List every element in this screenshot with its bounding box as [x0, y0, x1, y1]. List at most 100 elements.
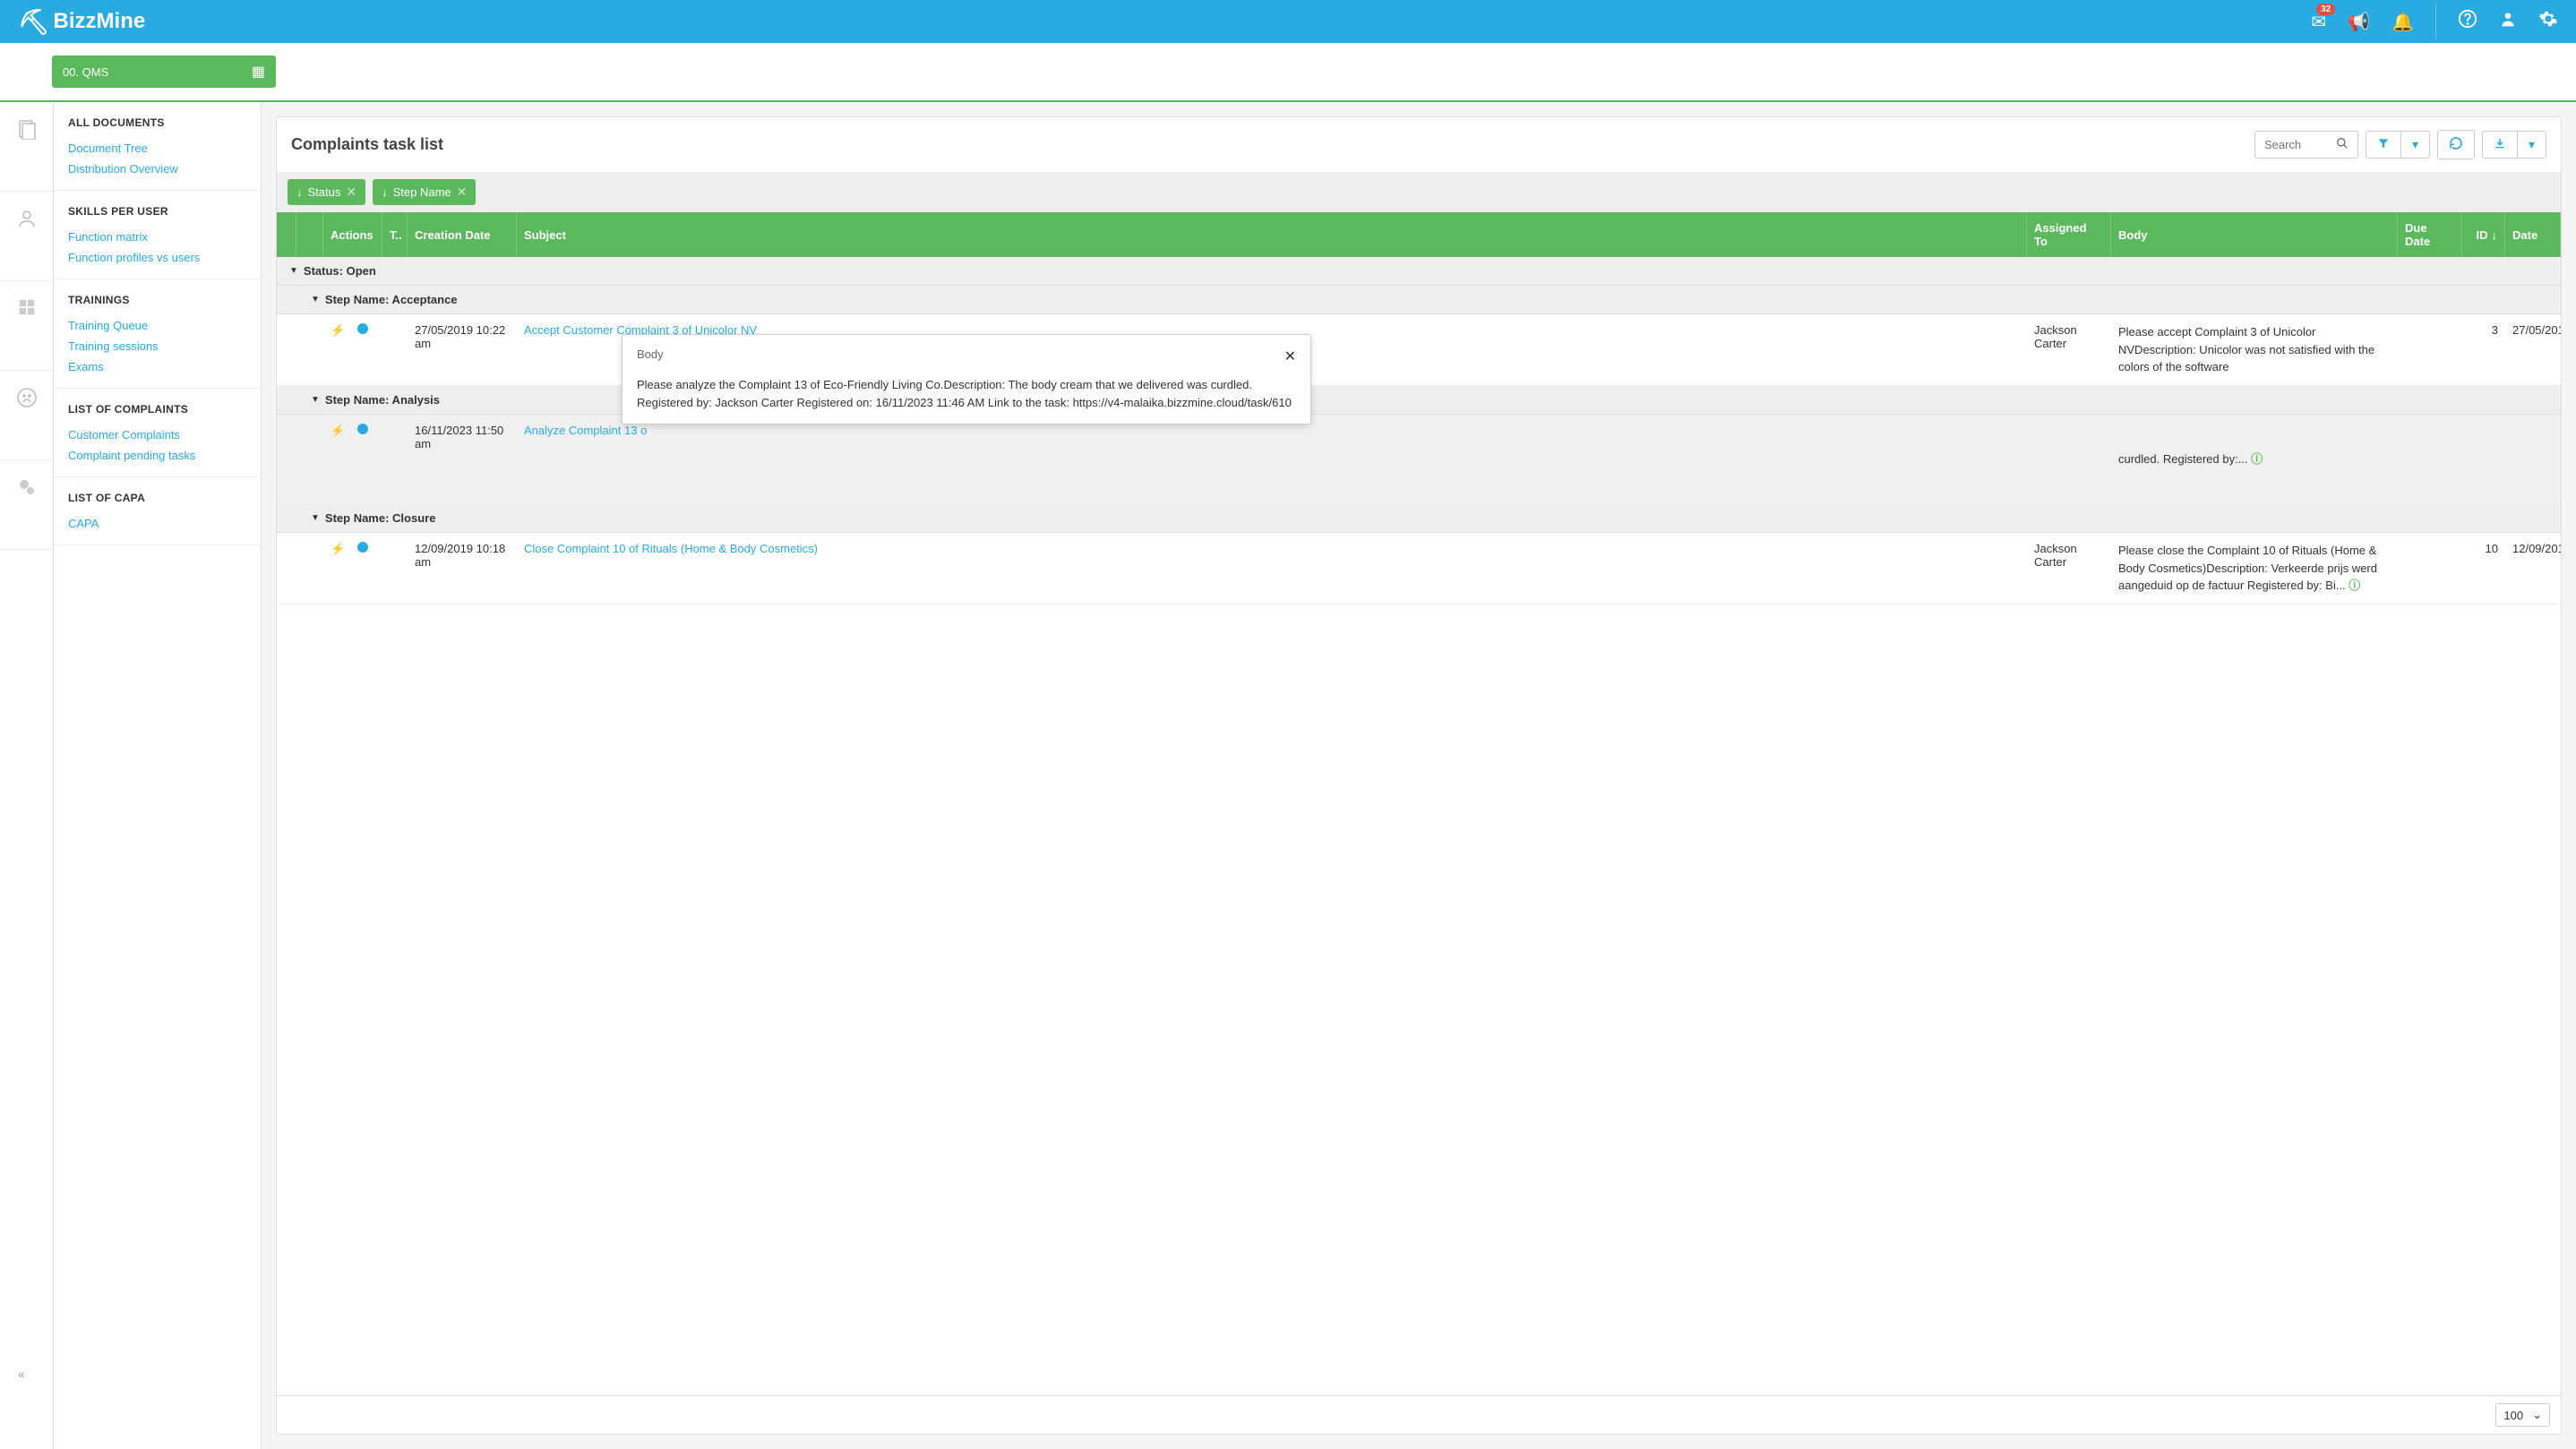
group-status-row[interactable]: ▼ Status: Open: [277, 257, 2561, 286]
grid-rail-icon[interactable]: [0, 281, 53, 371]
cell-date: 16/11/2023 11:50 am: [408, 424, 517, 450]
chip-close-icon[interactable]: ✕: [346, 184, 356, 200]
user-rail-icon[interactable]: [0, 192, 53, 281]
chip-label: Step Name: [393, 185, 451, 199]
col-expand: [277, 212, 296, 257]
page-size-value: 100: [2503, 1409, 2523, 1422]
pickaxe-icon: ⛏: [18, 7, 50, 37]
gears-rail-icon[interactable]: [0, 460, 53, 550]
col-body[interactable]: Body: [2111, 212, 2398, 257]
group-label: Step Name: Analysis: [325, 393, 440, 407]
col-type[interactable]: T..: [382, 212, 408, 257]
brand-logo: ⛏ BizzMine: [18, 7, 145, 37]
nav-link-document-tree[interactable]: Document Tree: [68, 138, 246, 159]
status-dot-icon: [357, 424, 368, 434]
filter-button[interactable]: [2366, 131, 2401, 159]
divider: [2435, 4, 2436, 39]
col-id[interactable]: ID ↓: [2462, 212, 2505, 257]
grid-icon: ▦: [252, 63, 265, 81]
nav-heading: LIST OF COMPLAINTS: [68, 403, 246, 416]
bolt-icon[interactable]: ⚡: [323, 542, 350, 556]
cell-body: curdled. Registered by:... ⓘ: [2111, 424, 2398, 468]
nav-link-function-matrix[interactable]: Function matrix: [68, 227, 246, 247]
refresh-button[interactable]: [2437, 130, 2475, 159]
workspace-badge[interactable]: 00. QMS ▦: [52, 56, 276, 88]
sad-rail-icon[interactable]: [0, 371, 53, 460]
collapse-icon: ▼: [311, 513, 320, 523]
group-step-row[interactable]: ▼ Step Name: Acceptance: [277, 286, 2561, 314]
collapse-icon: ▼: [311, 295, 320, 304]
collapse-icon: ▼: [311, 395, 320, 405]
subject-link[interactable]: Close Complaint 10 of Rituals (Home & Bo…: [517, 542, 2027, 555]
group-label: Status: Open: [304, 264, 376, 278]
subject-link[interactable]: Analyze Complaint 13 o: [517, 424, 2027, 437]
mail-icon[interactable]: ✉32: [2311, 11, 2326, 33]
main-area: Complaints task list ▾: [262, 102, 2576, 1449]
cell-enddate: 27/05/201: [2505, 323, 2561, 337]
cell-date: 27/05/2019 10:22 am: [408, 323, 517, 350]
chip-step-name[interactable]: ↓ Step Name ✕: [373, 179, 476, 205]
user-icon[interactable]: [2499, 10, 2517, 33]
mail-badge: 32: [2316, 4, 2335, 15]
search-button[interactable]: [2327, 132, 2357, 158]
tooltip-title: Body: [637, 347, 664, 365]
bolt-icon[interactable]: ⚡: [323, 323, 350, 338]
nav-link-distribution-overview[interactable]: Distribution Overview: [68, 159, 246, 179]
sort-down-icon: ↓: [382, 185, 388, 199]
filter-dropdown-button[interactable]: ▾: [2401, 131, 2430, 159]
documents-rail-icon[interactable]: [0, 102, 53, 192]
chip-label: Status: [308, 185, 341, 199]
help-icon[interactable]: [2458, 9, 2477, 34]
bolt-icon[interactable]: ⚡: [323, 424, 350, 438]
nav-link-exams[interactable]: Exams: [68, 356, 246, 377]
export-button[interactable]: [2482, 131, 2518, 159]
bell-icon[interactable]: 🔔: [2391, 11, 2414, 33]
col-due[interactable]: Due Date: [2398, 212, 2462, 257]
info-icon[interactable]: ⓘ: [2348, 579, 2360, 592]
chip-status[interactable]: ↓ Status ✕: [288, 179, 365, 205]
nav-link-capa[interactable]: CAPA: [68, 513, 246, 534]
cell-date: 12/09/2019 10:18 am: [408, 542, 517, 569]
nav-link-training-sessions[interactable]: Training sessions: [68, 336, 246, 356]
group-step-row[interactable]: ▼ Step Name: Closure: [277, 504, 2561, 533]
col-subject[interactable]: Subject: [517, 212, 2027, 257]
close-icon[interactable]: ✕: [1284, 347, 1296, 365]
table-row: ⚡ 27/05/2019 10:22 am Accept Customer Co…: [277, 314, 2561, 386]
col-creation-date[interactable]: Creation Date: [408, 212, 517, 257]
nav-link-function-profiles[interactable]: Function profiles vs users: [68, 247, 246, 268]
chevron-down-icon: ⌄: [2532, 1408, 2542, 1422]
group-step-row[interactable]: ▼ Step Name: Analysis: [277, 386, 2561, 415]
collapse-sidebar-icon[interactable]: «: [18, 1367, 25, 1381]
nav-link-complaint-pending[interactable]: Complaint pending tasks: [68, 445, 246, 466]
tooltip-header: Body ✕: [637, 347, 1296, 365]
cell-body: Please accept Complaint 3 of Unicolor NV…: [2111, 323, 2398, 376]
megaphone-icon[interactable]: 📢: [2348, 11, 2370, 33]
collapse-icon: ▼: [289, 266, 298, 276]
nav-link-training-queue[interactable]: Training Queue: [68, 315, 246, 336]
nav-heading: ALL DOCUMENTS: [68, 116, 246, 129]
table-header: Actions T.. Creation Date Subject Assign…: [277, 212, 2561, 257]
cell-assigned: Jackson Carter: [2027, 542, 2111, 569]
cell-body: Please close the Complaint 10 of Rituals…: [2111, 542, 2398, 595]
group-chips-row: ↓ Status ✕ ↓ Step Name ✕: [277, 172, 2561, 212]
export-group: ▾: [2482, 131, 2546, 159]
sort-down-icon: ↓: [2492, 228, 2498, 242]
col-assigned[interactable]: Assigned To: [2027, 212, 2111, 257]
filter-group: ▾: [2366, 131, 2430, 159]
col-date[interactable]: Date: [2505, 212, 2561, 257]
sort-down-icon: ↓: [296, 185, 303, 199]
page-size-selector[interactable]: 100 ⌄: [2495, 1403, 2550, 1427]
toolbar: ▾ ▾: [2254, 130, 2546, 159]
nav-link-customer-complaints[interactable]: Customer Complaints: [68, 424, 246, 445]
col-actions[interactable]: Actions: [323, 212, 382, 257]
table-row: ⚡ 12/09/2019 10:18 am Close Complaint 10…: [277, 533, 2561, 604]
cell-enddate: 12/09/201: [2505, 542, 2561, 555]
settings-icon[interactable]: [2538, 9, 2558, 34]
nav-section-complaints: LIST OF COMPLAINTS Customer Complaints C…: [54, 389, 261, 477]
search-input[interactable]: [2255, 133, 2327, 157]
workspace-label: 00. QMS: [63, 65, 108, 79]
cell-id: 3: [2462, 323, 2505, 337]
info-icon[interactable]: ⓘ: [2251, 452, 2263, 466]
chip-close-icon[interactable]: ✕: [457, 184, 468, 200]
export-dropdown-button[interactable]: ▾: [2518, 131, 2546, 159]
